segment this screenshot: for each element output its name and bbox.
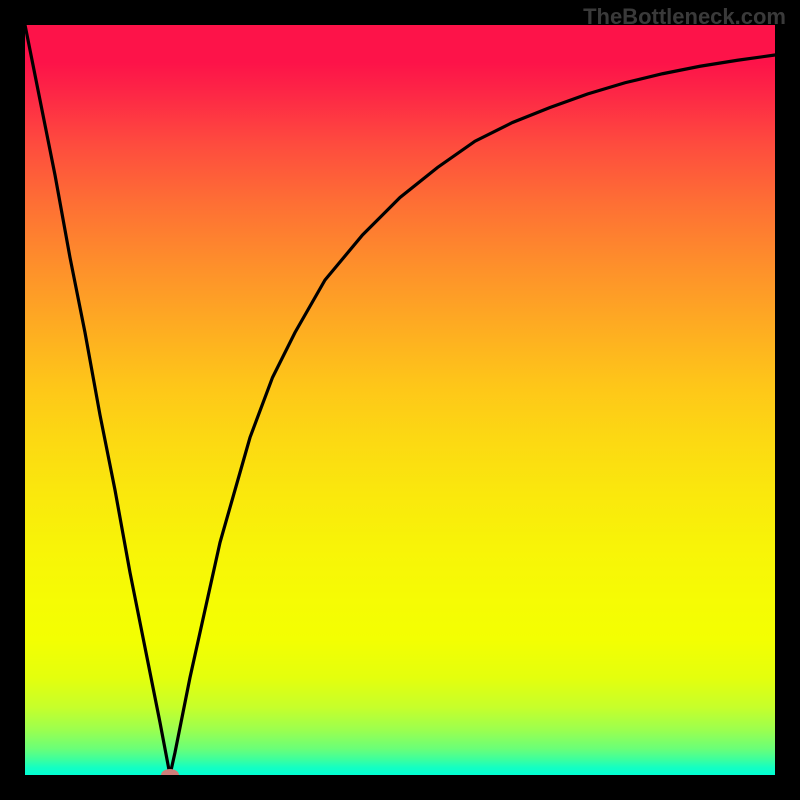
watermark-text: TheBottleneck.com bbox=[583, 4, 786, 30]
chart-frame bbox=[25, 25, 775, 775]
bottleneck-curve bbox=[25, 25, 775, 775]
optimal-point-marker bbox=[161, 769, 179, 775]
